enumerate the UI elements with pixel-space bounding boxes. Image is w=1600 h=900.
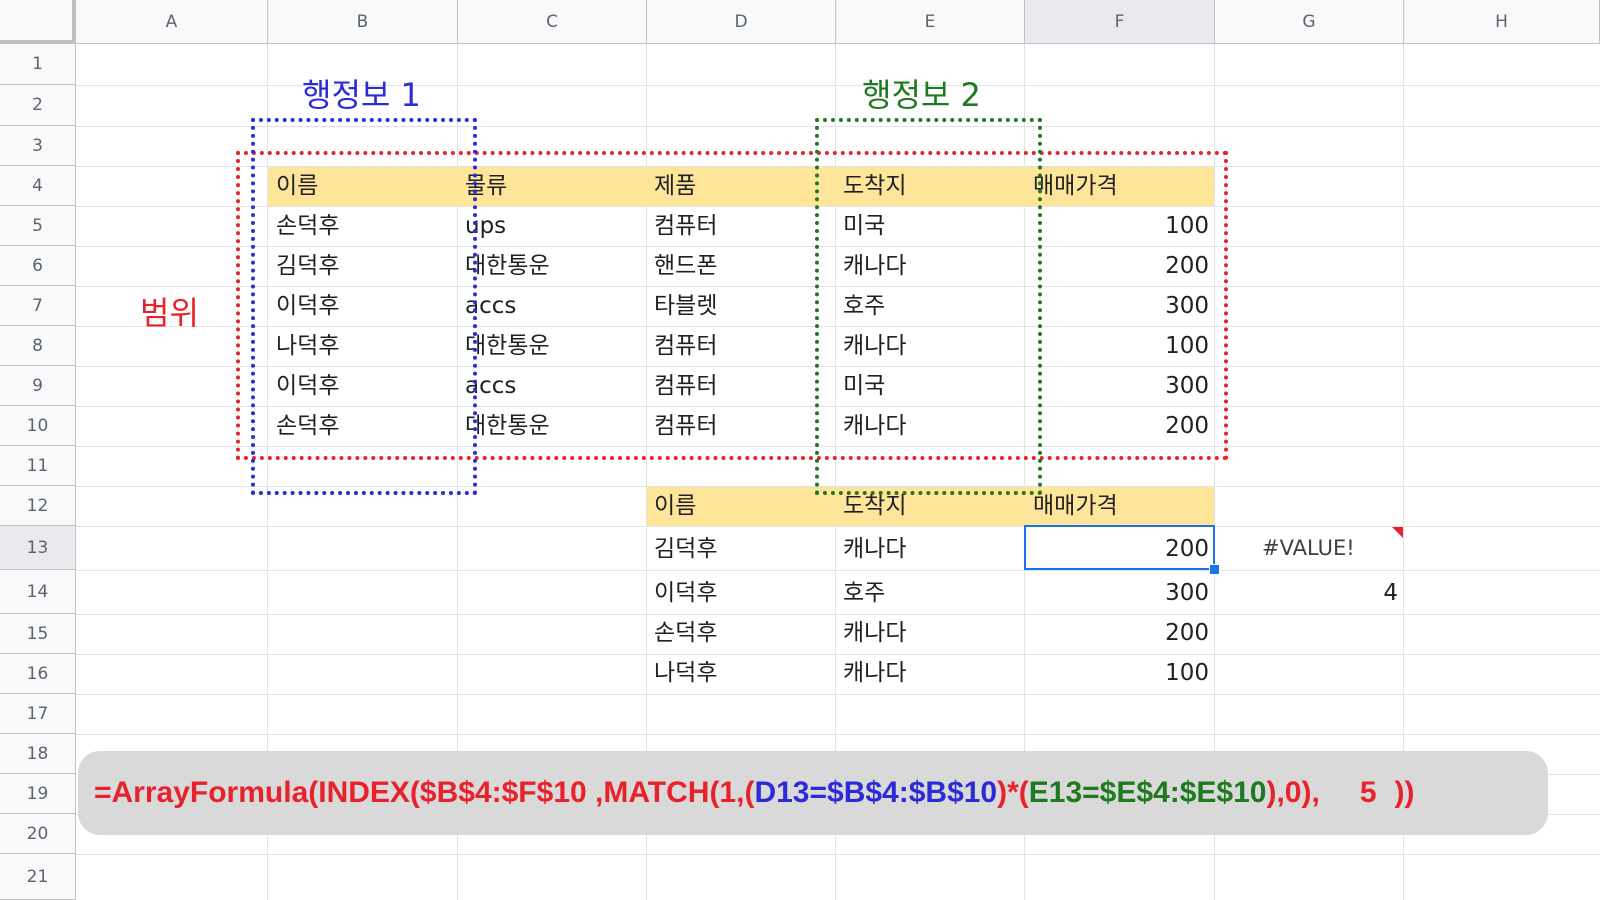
formula-part-column-index: 5 bbox=[1359, 776, 1377, 809]
row-header-11[interactable]: 11 bbox=[0, 446, 76, 486]
row-header-21[interactable]: 21 bbox=[0, 854, 76, 900]
row-header-6[interactable]: 6 bbox=[0, 246, 76, 286]
row-info-1-label: 행정보 1 bbox=[302, 76, 421, 114]
table2-cell[interactable]: 300 bbox=[1033, 582, 1209, 605]
range-label: 범위 bbox=[140, 294, 199, 332]
column-header-c[interactable]: C bbox=[458, 0, 647, 44]
formula-part-multiply: )*( bbox=[997, 776, 1029, 809]
grid-line bbox=[76, 570, 1600, 571]
row-header-7[interactable]: 7 bbox=[0, 286, 76, 326]
row-header-19[interactable]: 19 bbox=[0, 774, 76, 814]
formula-part-match-end: ),0), bbox=[1266, 776, 1320, 809]
column-header-a[interactable]: A bbox=[76, 0, 268, 44]
formula-part-close: )) bbox=[1394, 776, 1415, 809]
table2-cell[interactable]: 캐나다 bbox=[843, 622, 906, 645]
table2-cell[interactable]: 손덕후 bbox=[654, 622, 717, 645]
active-cell-selection[interactable] bbox=[1024, 525, 1215, 570]
table2-header-price[interactable]: 매매가격 bbox=[1033, 495, 1118, 518]
row-info-2-label: 행정보 2 bbox=[862, 76, 981, 114]
column-header-e[interactable]: E bbox=[836, 0, 1025, 44]
table2-cell[interactable]: 캐나다 bbox=[843, 538, 906, 561]
table2-header-name[interactable]: 이름 bbox=[654, 495, 696, 518]
column-header-g[interactable]: G bbox=[1215, 0, 1404, 44]
grid-line bbox=[76, 614, 1600, 615]
table2-cell[interactable]: 캐나다 bbox=[843, 662, 906, 685]
grid-line bbox=[76, 694, 1600, 695]
formula-part-condition-2: E13=$E$4:$E$10 bbox=[1028, 776, 1267, 809]
formula-part-condition-1: D13=$B$4:$B$10 bbox=[754, 776, 998, 809]
comment-indicator-icon bbox=[1392, 527, 1403, 538]
row-header-18[interactable]: 18 bbox=[0, 734, 76, 774]
row-header-1[interactable]: 1 bbox=[0, 44, 76, 85]
grid-line bbox=[76, 526, 1600, 527]
table2-cell[interactable]: 100 bbox=[1033, 662, 1209, 685]
table2-cell[interactable]: 이덕후 bbox=[654, 582, 717, 605]
row-header-15[interactable]: 15 bbox=[0, 614, 76, 654]
table2-cell[interactable]: 나덕후 bbox=[654, 662, 717, 685]
row-header-9[interactable]: 9 bbox=[0, 366, 76, 406]
fill-handle[interactable] bbox=[1209, 564, 1220, 575]
row-header-2[interactable]: 2 bbox=[0, 85, 76, 126]
error-value-cell[interactable]: #VALUE! bbox=[1262, 538, 1355, 559]
row-header-3[interactable]: 3 bbox=[0, 126, 76, 166]
row-header-17[interactable]: 17 bbox=[0, 694, 76, 734]
count-value-cell[interactable]: 4 bbox=[1222, 582, 1398, 605]
grid-line bbox=[76, 654, 1600, 655]
grid-line bbox=[76, 854, 1600, 855]
row-header-13[interactable]: 13 bbox=[0, 526, 76, 570]
table2-cell[interactable]: 200 bbox=[1033, 622, 1209, 645]
column-header-h[interactable]: H bbox=[1404, 0, 1600, 44]
row-header-4[interactable]: 4 bbox=[0, 166, 76, 206]
table2-cell[interactable]: 김덕후 bbox=[654, 538, 717, 561]
row-header-5[interactable]: 5 bbox=[0, 206, 76, 246]
column-header-b[interactable]: B bbox=[268, 0, 458, 44]
row-header-10[interactable]: 10 bbox=[0, 406, 76, 446]
formula-banner: =ArrayFormula(INDEX($B$4:$F$10 ,MATCH(1,… bbox=[78, 751, 1548, 835]
row-header-20[interactable]: 20 bbox=[0, 814, 76, 854]
row-header-8[interactable]: 8 bbox=[0, 326, 76, 366]
column-header-f[interactable]: F bbox=[1025, 0, 1215, 44]
row-header-16[interactable]: 16 bbox=[0, 654, 76, 694]
grid-line bbox=[76, 734, 1600, 735]
table2-cell[interactable]: 호주 bbox=[843, 582, 885, 605]
row-header-14[interactable]: 14 bbox=[0, 570, 76, 614]
select-all-corner[interactable] bbox=[0, 0, 76, 44]
column-header-d[interactable]: D bbox=[647, 0, 836, 44]
formula-part-index: =ArrayFormula(INDEX($B$4:$F$10 ,MATCH(1,… bbox=[94, 776, 755, 809]
row-info-2-box bbox=[815, 118, 1042, 495]
row-header-12[interactable]: 12 bbox=[0, 486, 76, 526]
table2-header-destination[interactable]: 도착지 bbox=[843, 495, 906, 518]
row-info-1-box bbox=[251, 118, 477, 495]
